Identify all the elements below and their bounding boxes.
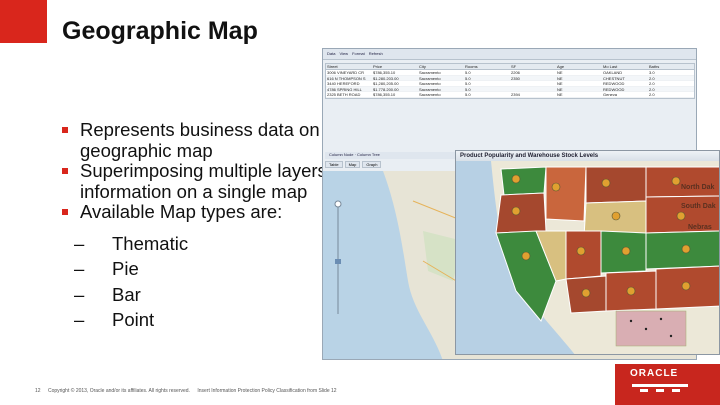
bullet-item: Superimposing multiple layers of informa… <box>60 160 360 202</box>
map-type-item: – Thematic <box>74 232 189 254</box>
tab-table[interactable]: Table <box>325 161 343 168</box>
state-label: South Dak <box>681 203 716 210</box>
data-table: Street Price City Rooms SF Age Mo Last Baths 30… <box>325 63 695 99</box>
thematic-map-screenshot: Product Popularity and Warehouse Stock L… <box>455 150 720 355</box>
bullet-square-icon <box>62 168 68 174</box>
bullet-square-icon <box>62 127 68 133</box>
bullet-list: Represents business data on a geographic… <box>60 119 360 333</box>
map-type-item: – Pie <box>74 258 139 279</box>
oracle-logo: ORACLE <box>630 368 679 379</box>
map-title: Product Popularity and Warehouse Stock L… <box>456 151 719 161</box>
slide-title: Geographic Map <box>62 17 258 45</box>
footer: 12 Copyright © 2013, Oracle and/or its a… <box>35 388 343 394</box>
tab-map[interactable]: Map <box>344 161 361 168</box>
toolbar-item-format[interactable]: Format <box>352 51 365 57</box>
copyright-text: Copyright © 2013, Oracle and/or its affi… <box>47 388 190 394</box>
map-type-item: – Point <box>74 309 155 330</box>
toolbar-item-data[interactable]: Data <box>327 51 335 57</box>
table-row[interactable]: 2325 BETH ROAD $786,355.10 Sacramento 5.0 23… <box>326 92 694 98</box>
bullet-item: Represents business data on a geographic… <box>60 119 360 161</box>
page-number: 12 <box>35 388 41 394</box>
oracle-logo-mark-icon <box>632 384 688 392</box>
map-type-item: – Bar <box>74 283 141 305</box>
map-type-list: – Thematic – Pie – Bar – Point <box>60 231 360 333</box>
bullet-item: Available Map types are: <box>60 201 360 223</box>
toolbar-item-refresh[interactable]: Refresh <box>369 51 383 57</box>
view-tabs: Table Map Graph <box>325 161 382 168</box>
state-label: Nebras <box>688 224 712 231</box>
screenshot-toolbar: Data View Format Refresh <box>323 49 696 60</box>
tab-graph[interactable]: Graph <box>362 161 382 168</box>
bullet-square-icon <box>62 209 68 215</box>
state-label: North Dak <box>681 184 715 191</box>
classification-text: Insert Information Protection Policy Cla… <box>197 388 337 394</box>
toolbar-item-view[interactable]: View <box>339 51 348 57</box>
brand-corner-block <box>0 0 47 43</box>
zoom-slider[interactable] <box>333 199 343 319</box>
